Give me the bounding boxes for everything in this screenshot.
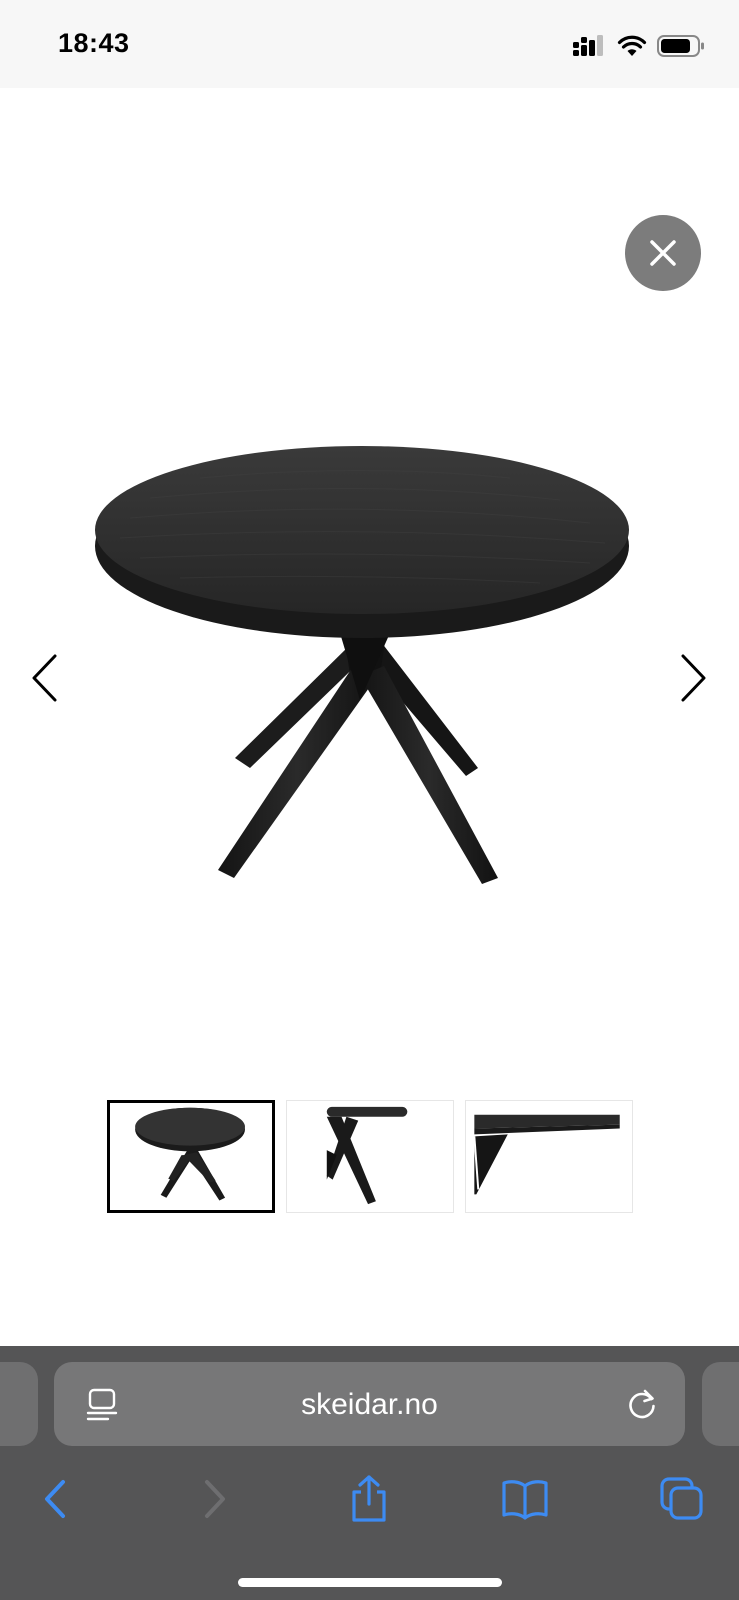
forward-button[interactable] xyxy=(190,1474,240,1524)
thumbnail-full-table-image xyxy=(135,1107,245,1201)
address-bar[interactable]: skeidar.no xyxy=(54,1362,685,1446)
cellular-signal-icon xyxy=(573,35,603,56)
product-image xyxy=(95,446,629,884)
thumbnail-full-table[interactable] xyxy=(107,1100,275,1213)
next-tab-preview[interactable] xyxy=(702,1362,739,1446)
share-icon xyxy=(352,1475,386,1522)
tabs-button[interactable] xyxy=(657,1474,707,1524)
tabs-icon xyxy=(660,1477,703,1520)
status-icons xyxy=(573,34,705,58)
browser-toolbar xyxy=(0,1464,739,1534)
forward-icon xyxy=(205,1480,225,1518)
back-button[interactable] xyxy=(30,1474,80,1524)
previous-tab-preview[interactable] xyxy=(0,1362,38,1446)
address-text: skeidar.no xyxy=(301,1388,438,1421)
back-icon xyxy=(45,1480,65,1518)
next-image-button[interactable] xyxy=(674,648,714,708)
thumbnail-strip xyxy=(107,1100,633,1213)
chevron-right-icon xyxy=(681,654,706,702)
status-bar: 18:43 xyxy=(0,0,739,88)
status-time: 18:43 xyxy=(58,28,130,58)
reload-icon[interactable] xyxy=(624,1386,660,1422)
image-viewer xyxy=(0,88,739,1346)
share-button[interactable] xyxy=(344,1474,394,1524)
bookmarks-icon xyxy=(502,1480,548,1520)
browser-chrome: skeidar.no xyxy=(0,1346,739,1600)
thumbnail-side-view[interactable] xyxy=(286,1100,454,1213)
wifi-icon xyxy=(617,35,647,56)
bookmarks-button[interactable] xyxy=(500,1474,550,1524)
chevron-left-icon xyxy=(32,654,57,702)
previous-image-button[interactable] xyxy=(24,648,64,708)
home-indicator xyxy=(238,1578,502,1587)
thumbnail-edge-detail[interactable] xyxy=(465,1100,633,1213)
close-icon xyxy=(650,240,676,266)
thumbnail-edge-detail-image xyxy=(473,1114,620,1195)
close-button[interactable] xyxy=(625,215,701,291)
battery-icon xyxy=(657,35,704,57)
thumbnail-side-view-image xyxy=(326,1106,408,1205)
